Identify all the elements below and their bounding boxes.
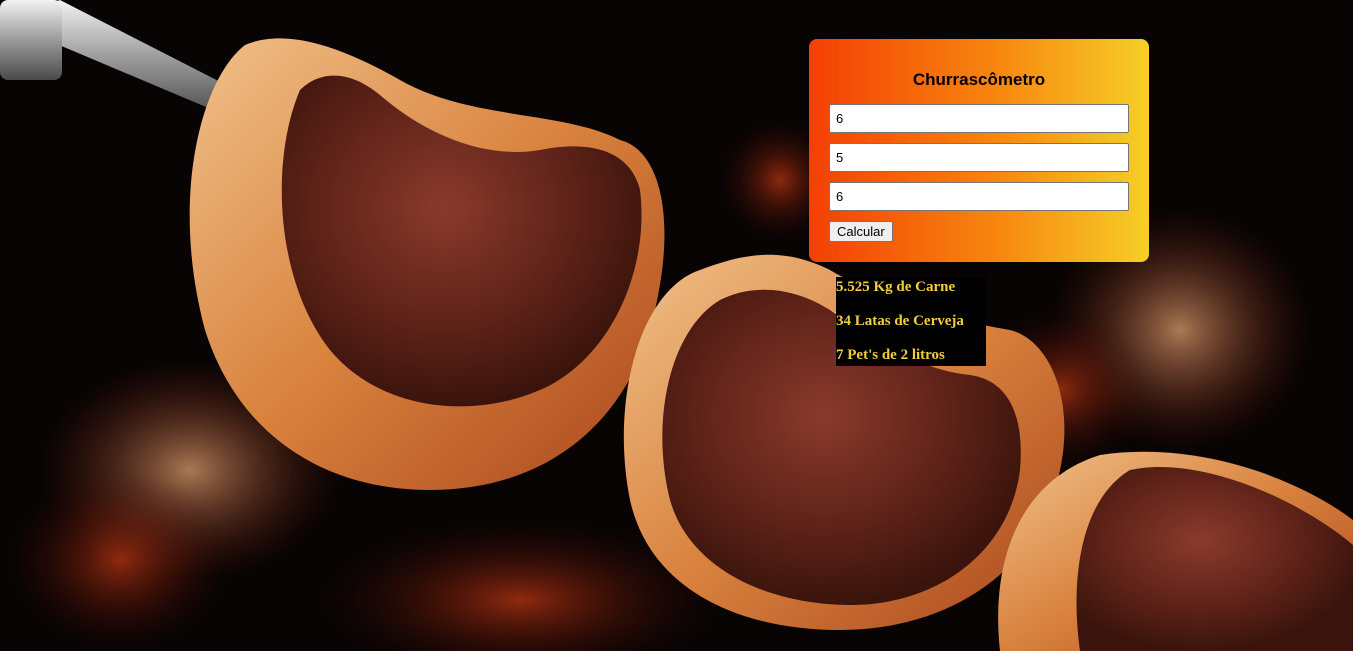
meat-result: 5.525 Kg de Carne (836, 279, 956, 295)
duration-input[interactable] (829, 182, 1129, 211)
beer-result: 34 Latas de Cerveja (836, 313, 964, 329)
children-input[interactable] (829, 143, 1129, 172)
adults-input[interactable] (829, 104, 1129, 133)
background-photo (0, 0, 1353, 651)
calculator-card: Churrascômetro Calcular (809, 39, 1149, 262)
soda-result: 7 Pet's de 2 litros (836, 347, 945, 363)
page-title: Churrascômetro (912, 70, 1046, 89)
calculate-button[interactable]: Calcular (829, 221, 893, 242)
results-panel: 5.525 Kg de Carne 34 Latas de Cerveja 7 … (836, 277, 986, 366)
